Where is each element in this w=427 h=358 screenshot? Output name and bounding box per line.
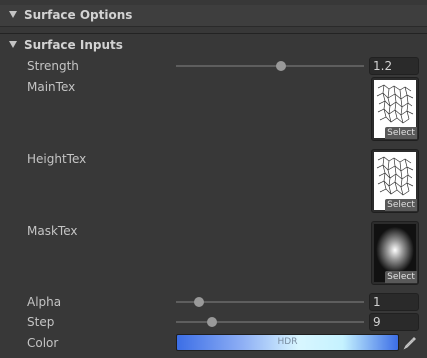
strength-slider-thumb[interactable]: [276, 61, 287, 71]
surface-inputs-title: Surface Inputs: [24, 38, 123, 52]
height-tex-select-button[interactable]: Select: [385, 199, 417, 211]
surface-options-title: Surface Options: [24, 8, 133, 22]
hdr-color-field[interactable]: HDR: [176, 334, 399, 351]
fold-arrow-icon: [9, 41, 17, 48]
strength-field[interactable]: 1.2: [369, 57, 419, 75]
step-slider-thumb[interactable]: [206, 317, 217, 327]
fold-arrow-icon: [9, 11, 17, 18]
surface-inputs-header[interactable]: Surface Inputs: [0, 35, 427, 57]
alpha-field[interactable]: 1: [369, 293, 419, 311]
step-label: Step: [27, 315, 55, 329]
eyedropper-button[interactable]: [401, 334, 419, 351]
color-label: Color: [27, 336, 59, 350]
height-tex-slot[interactable]: Select: [371, 149, 419, 213]
strength-slider[interactable]: [176, 61, 364, 71]
mask-tex-select-button[interactable]: Select: [385, 271, 417, 283]
step-slider[interactable]: [176, 317, 364, 327]
strength-label: Strength: [27, 59, 79, 73]
height-tex-label: HeightTex: [27, 152, 87, 166]
alpha-label: Alpha: [27, 295, 62, 309]
main-tex-label: MainTex: [27, 80, 76, 94]
mask-tex-slot[interactable]: Select: [371, 221, 419, 285]
alpha-slider-thumb[interactable]: [193, 297, 204, 307]
alpha-slider[interactable]: [176, 297, 364, 307]
mask-tex-label: MaskTex: [27, 224, 78, 238]
main-tex-slot[interactable]: Select: [371, 77, 419, 141]
hdr-label: HDR: [277, 337, 298, 347]
step-field[interactable]: 9: [369, 313, 419, 331]
eyedropper-icon: [403, 337, 416, 350]
section-divider: [0, 33, 427, 34]
main-tex-select-button[interactable]: Select: [385, 127, 417, 139]
surface-options-header[interactable]: Surface Options: [0, 5, 427, 27]
